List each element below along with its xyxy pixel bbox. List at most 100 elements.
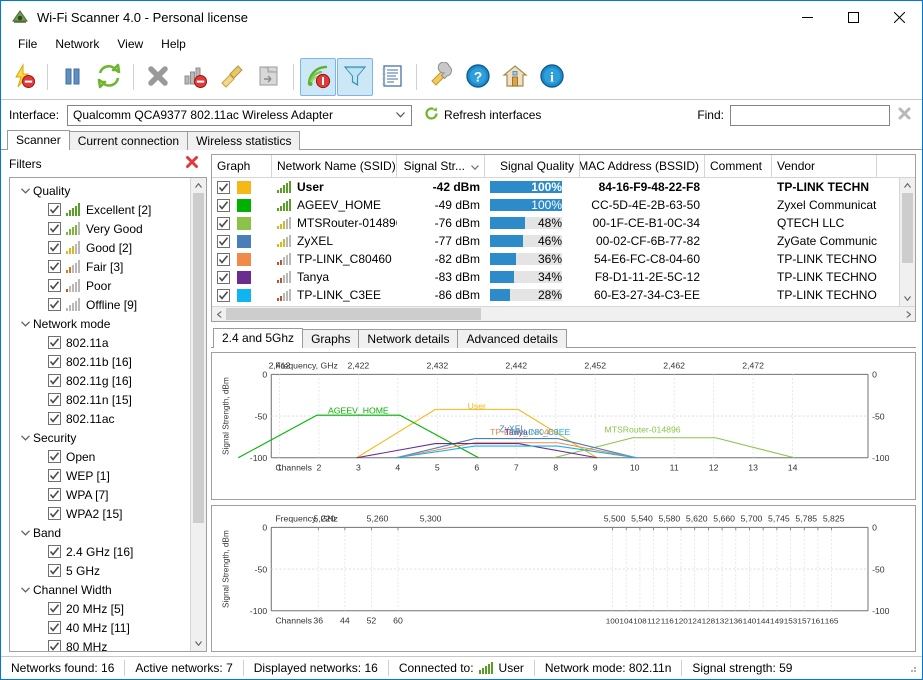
col-mac[interactable]: MAC Address (BSSID) bbox=[580, 155, 705, 177]
table-row[interactable]: Confstep 78-A3-51-33-F9-DC SHENZHEN ZHIBO bbox=[212, 304, 915, 306]
table-hscrollbar[interactable] bbox=[212, 306, 915, 321]
row-checkbox[interactable] bbox=[217, 270, 230, 284]
scroll-up-button[interactable] bbox=[900, 178, 915, 193]
row-checkbox[interactable] bbox=[217, 234, 230, 248]
table-row[interactable]: TP-LINK_C3EE -86 dBm 28% 60-E3-27-34-C3-EE T… bbox=[212, 286, 915, 304]
about-button[interactable]: i bbox=[534, 58, 570, 96]
filter-item[interactable]: 802.11g [16] bbox=[10, 371, 190, 390]
filter-checkbox[interactable] bbox=[48, 336, 61, 350]
scroll-up-button[interactable] bbox=[191, 178, 206, 194]
hscrollbar-thumb[interactable] bbox=[226, 308, 481, 320]
col-graph[interactable]: Graph bbox=[212, 155, 272, 177]
tab-current-connection[interactable]: Current connection bbox=[68, 131, 189, 150]
table-scrollbar[interactable] bbox=[899, 178, 915, 306]
filter-item[interactable]: 802.11b [16] bbox=[10, 352, 190, 371]
help-button[interactable]: ? bbox=[460, 58, 496, 96]
filter-checkbox[interactable] bbox=[48, 298, 61, 312]
settings-button[interactable] bbox=[423, 58, 459, 96]
filter-group-network-mode[interactable]: Network mode bbox=[10, 314, 190, 333]
filter-item[interactable]: 802.11n [15] bbox=[10, 390, 190, 409]
filter-checkbox[interactable] bbox=[48, 412, 61, 426]
col-ssid[interactable]: Network Name (SSID) bbox=[272, 155, 397, 177]
table-row[interactable]: MTSRouter-014896 -76 dBm 48% 00-1F-CE-B1-0C… bbox=[212, 214, 915, 232]
filter-checkbox[interactable] bbox=[48, 222, 61, 236]
row-checkbox[interactable] bbox=[217, 252, 230, 266]
filter-item[interactable]: 5 GHz bbox=[10, 561, 190, 580]
scroll-right-button[interactable] bbox=[901, 307, 915, 321]
filter-checkbox[interactable] bbox=[48, 488, 61, 502]
start-scan-button[interactable] bbox=[5, 58, 41, 96]
scrollbar-thumb[interactable] bbox=[193, 193, 204, 524]
filter-checkbox[interactable] bbox=[48, 393, 61, 407]
filter-checkbox[interactable] bbox=[48, 564, 61, 578]
red-x-icon[interactable] bbox=[185, 155, 199, 172]
scroll-down-button[interactable] bbox=[191, 636, 206, 651]
filter-group-quality[interactable]: Quality bbox=[10, 181, 190, 200]
filter-item[interactable]: WEP [1] bbox=[10, 466, 190, 485]
log-button[interactable] bbox=[374, 58, 410, 96]
row-graph-toggle[interactable] bbox=[212, 268, 272, 286]
export-button[interactable] bbox=[251, 58, 287, 96]
filter-item[interactable]: 20 MHz [5] bbox=[10, 599, 190, 618]
row-checkbox[interactable] bbox=[217, 180, 230, 194]
find-clear-button[interactable] bbox=[894, 107, 914, 123]
maximize-button[interactable] bbox=[830, 1, 876, 33]
filter-item[interactable]: Very Good bbox=[10, 219, 190, 238]
filter-checkbox[interactable] bbox=[48, 374, 61, 388]
refresh-interfaces-button[interactable]: Refresh interfaces bbox=[424, 106, 541, 124]
menu-view[interactable]: View bbox=[108, 34, 152, 54]
pause-button[interactable] bbox=[54, 58, 90, 96]
col-vendor[interactable]: Vendor bbox=[772, 155, 877, 177]
tab-wireless-statistics[interactable]: Wireless statistics bbox=[187, 131, 301, 150]
filter-item[interactable]: 80 MHz bbox=[10, 637, 190, 651]
filter-checkbox[interactable] bbox=[48, 602, 61, 616]
row-graph-toggle[interactable] bbox=[212, 214, 272, 232]
filter-checkbox[interactable] bbox=[48, 355, 61, 369]
col-comment[interactable]: Comment bbox=[705, 155, 772, 177]
filter-button[interactable] bbox=[337, 58, 373, 96]
filter-checkbox[interactable] bbox=[48, 621, 61, 635]
row-checkbox[interactable] bbox=[217, 198, 230, 212]
filter-item[interactable]: Offline [9] bbox=[10, 295, 190, 314]
filters-tree[interactable]: Quality Excellent [2] Very Good Good [2] Fai… bbox=[10, 178, 190, 651]
home-button[interactable] bbox=[497, 58, 533, 96]
row-graph-toggle[interactable] bbox=[212, 286, 272, 304]
table-row[interactable]: TP-LINK_C80460 -82 dBm 36% 54-E6-FC-C8-04-6… bbox=[212, 250, 915, 268]
scroll-down-button[interactable] bbox=[900, 291, 915, 306]
filter-checkbox[interactable] bbox=[48, 545, 61, 559]
filters-scrollbar[interactable] bbox=[190, 178, 206, 651]
filter-item[interactable]: 802.11a bbox=[10, 333, 190, 352]
table-row[interactable]: ZyXEL -77 dBm 46% 00-02-CF-6B-77-82 ZyGate C… bbox=[212, 232, 915, 250]
row-graph-toggle[interactable] bbox=[212, 232, 272, 250]
refresh-button[interactable] bbox=[91, 58, 127, 96]
menu-help[interactable]: Help bbox=[152, 34, 195, 54]
table-row[interactable]: AGEEV_HOME -49 dBm 100% CC-5D-4E-2B-63-50 Zy… bbox=[212, 196, 915, 214]
chart-5ghz[interactable]: 0 0 -50 -50 -100 -100 Signal Strength, dBm Freq… bbox=[211, 504, 916, 652]
stop-chart-button[interactable] bbox=[177, 58, 213, 96]
col-signal[interactable]: Signal Str... bbox=[397, 155, 485, 177]
row-graph-toggle[interactable] bbox=[212, 250, 272, 268]
filter-checkbox[interactable] bbox=[48, 640, 61, 651]
minimize-button[interactable] bbox=[784, 1, 830, 33]
scroll-left-button[interactable] bbox=[212, 307, 226, 321]
filter-item[interactable]: Poor bbox=[10, 276, 190, 295]
row-checkbox[interactable] bbox=[217, 216, 230, 230]
wifi-toggle-button[interactable] bbox=[300, 58, 336, 96]
filter-checkbox[interactable] bbox=[48, 241, 61, 255]
chart-24ghz[interactable]: 0 0 -50 -50 -100 -100 Signal Strength, dBm Freq… bbox=[211, 352, 916, 500]
filter-item[interactable]: Fair [3] bbox=[10, 257, 190, 276]
filter-item[interactable]: Excellent [2] bbox=[10, 200, 190, 219]
graph-tab-graphs[interactable]: Graphs bbox=[302, 329, 360, 348]
col-quality[interactable]: Signal Quality bbox=[485, 155, 580, 177]
menu-network[interactable]: Network bbox=[46, 34, 108, 54]
filter-item[interactable]: 2.4 GHz [16] bbox=[10, 542, 190, 561]
filter-group-channel-width[interactable]: Channel Width bbox=[10, 580, 190, 599]
tab-scanner[interactable]: Scanner bbox=[7, 130, 70, 150]
row-checkbox[interactable] bbox=[217, 288, 230, 302]
filter-checkbox[interactable] bbox=[48, 279, 61, 293]
filter-group-security[interactable]: Security bbox=[10, 428, 190, 447]
interface-select[interactable]: Qualcomm QCA9377 802.11ac Wireless Adapt… bbox=[67, 104, 413, 126]
find-input[interactable] bbox=[730, 104, 890, 126]
close-button[interactable] bbox=[876, 1, 922, 33]
resize-grip[interactable] bbox=[905, 661, 919, 675]
